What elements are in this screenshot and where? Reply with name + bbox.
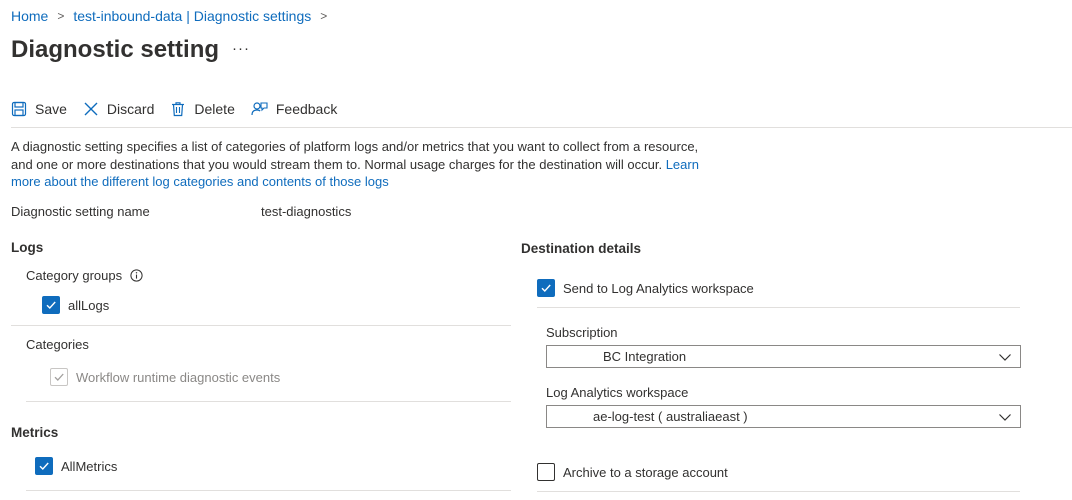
breadcrumb-separator: > <box>320 9 328 23</box>
workspace-dropdown[interactable]: ae-log-test ( australiaeast ) <box>546 405 1021 428</box>
delete-label: Delete <box>194 101 235 117</box>
save-button[interactable]: Save <box>11 101 67 117</box>
description: A diagnostic setting specifies a list of… <box>11 138 711 191</box>
all-metrics-checkbox-row[interactable]: AllMetrics <box>35 457 117 475</box>
discard-label: Discard <box>106 101 155 117</box>
log-analytics-checkbox[interactable] <box>537 279 555 297</box>
save-label: Save <box>35 101 67 117</box>
destination-section-title: Destination details <box>521 241 642 256</box>
subscription-dropdown[interactable]: BC Integration <box>546 345 1021 368</box>
checkmark-icon <box>541 284 551 293</box>
categories-divider <box>26 401 511 402</box>
all-metrics-label: AllMetrics <box>61 458 118 474</box>
checkmark-icon <box>39 462 49 471</box>
workspace-value: ae-log-test ( australiaeast ) <box>593 409 748 424</box>
archive-label: Archive to a storage account <box>563 464 728 480</box>
feedback-icon <box>251 102 268 116</box>
breadcrumb-separator: > <box>57 9 65 23</box>
feedback-label: Feedback <box>275 101 338 117</box>
trash-icon <box>172 102 185 117</box>
checkmark-icon <box>46 301 56 310</box>
delete-button[interactable]: Delete <box>170 101 235 117</box>
discard-button[interactable]: Discard <box>83 101 154 117</box>
page-title: Diagnostic setting <box>11 36 220 63</box>
breadcrumb: Home > test-inbound-data | Diagnostic se… <box>11 8 336 24</box>
description-text: A diagnostic setting specifies a list of… <box>11 139 699 172</box>
chevron-down-icon <box>999 354 1011 361</box>
more-options-button[interactable]: ··· <box>232 40 250 57</box>
all-logs-checkbox[interactable] <box>42 296 60 314</box>
feedback-button[interactable]: Feedback <box>251 101 337 117</box>
breadcrumb-parent-link[interactable]: test-inbound-data | Diagnostic settings <box>73 8 311 24</box>
archive-checkbox[interactable] <box>537 463 555 481</box>
command-bar: Save Discard Delete Feedback <box>11 97 353 121</box>
category-groups-label: Category groups <box>26 268 123 283</box>
archive-checkbox-row[interactable]: Archive to a storage account <box>537 463 728 481</box>
logs-divider <box>11 325 511 326</box>
setting-name-value: test-diagnostics <box>261 204 352 219</box>
checkmark-icon <box>54 373 64 381</box>
toolbar-divider <box>11 127 1072 128</box>
logs-section-title: Logs <box>11 240 44 255</box>
all-logs-checkbox-row[interactable]: allLogs <box>42 296 109 314</box>
log-analytics-checkbox-row[interactable]: Send to Log Analytics workspace <box>537 279 754 297</box>
setting-name-label: Diagnostic setting name <box>11 204 150 219</box>
workspace-label: Log Analytics workspace <box>546 385 689 400</box>
workflow-checkbox-row[interactable]: Workflow runtime diagnostic events <box>50 368 280 386</box>
workflow-checkbox[interactable] <box>50 368 68 386</box>
all-metrics-checkbox[interactable] <box>35 457 53 475</box>
subscription-label: Subscription <box>546 325 618 340</box>
metrics-section-title: Metrics <box>11 425 59 440</box>
archive-divider <box>537 491 1020 492</box>
all-logs-label: allLogs <box>68 297 110 313</box>
chevron-down-icon <box>999 414 1011 421</box>
metrics-divider <box>26 490 511 491</box>
log-analytics-label: Send to Log Analytics workspace <box>563 280 754 296</box>
category-groups-label-row: Category groups <box>26 268 143 283</box>
learn-more-link-cont[interactable]: more about the different log categories … <box>11 174 389 189</box>
destination-divider <box>537 307 1020 308</box>
save-icon <box>11 101 27 117</box>
workflow-label: Workflow runtime diagnostic events <box>76 369 281 385</box>
breadcrumb-home-link[interactable]: Home <box>11 8 48 24</box>
categories-label: Categories <box>26 337 89 352</box>
close-icon <box>84 102 98 116</box>
learn-more-link[interactable]: Learn <box>666 157 699 172</box>
subscription-value: BC Integration <box>603 349 687 364</box>
info-icon[interactable] <box>130 269 143 282</box>
